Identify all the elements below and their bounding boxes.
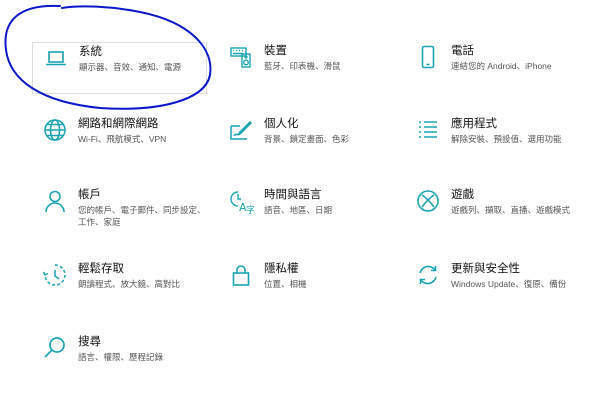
tile-title: 搜尋 bbox=[78, 336, 101, 348]
refresh-icon bbox=[415, 262, 441, 288]
tile-description: 藍牙、印表機、滑鼠 bbox=[264, 61, 341, 71]
tile-description: 語言、權限、歷程記錄 bbox=[78, 352, 164, 362]
tile-description: 顯示器、音效、通知、電源 bbox=[79, 62, 182, 72]
tile-description: 連結您的 Android、iPhone bbox=[451, 61, 552, 71]
globe-icon bbox=[42, 117, 68, 143]
tile-devices[interactable]: 裝置 藍牙、印表機、滑鼠 bbox=[218, 42, 393, 94]
tile-title: 裝置 bbox=[264, 45, 287, 57]
tile-title: 系統 bbox=[79, 46, 102, 58]
tile-system[interactable]: 系統 顯示器、音效、通知、電源 bbox=[32, 42, 207, 94]
tile-description: 解除安裝、預設值、選用功能 bbox=[451, 134, 562, 144]
tile-title: 電話 bbox=[451, 45, 474, 57]
tile-ease-of-access[interactable]: 輕鬆存取 朗讀程式、放大鏡、高對比 bbox=[32, 260, 207, 312]
tile-title: 更新與安全性 bbox=[451, 263, 520, 275]
tile-description: 遊戲列、擷取、直播、遊戲模式 bbox=[451, 205, 571, 215]
tile-description: 朗讀程式、放大鏡、高對比 bbox=[78, 279, 181, 289]
xbox-icon bbox=[415, 188, 441, 214]
phone-icon bbox=[415, 44, 441, 70]
keyboard-speaker-icon bbox=[228, 44, 254, 70]
tile-title: 遊戲 bbox=[451, 189, 474, 201]
search-icon bbox=[42, 335, 68, 361]
tile-description: Windows Update、復原、備份 bbox=[451, 279, 567, 289]
tile-network[interactable]: 網路和網際網路 Wi-Fi、飛航模式、VPN bbox=[32, 115, 207, 167]
tile-time-language[interactable]: A 字 時間與語言 語音、地區、日期 bbox=[218, 186, 393, 238]
tile-accounts[interactable]: 帳戶 您的帳戶、電子郵件、同步設定、工作、家庭 bbox=[32, 186, 207, 238]
tile-description: Wi-Fi、飛航模式、VPN bbox=[78, 134, 167, 144]
tile-description: 位置、相機 bbox=[264, 279, 307, 289]
brush-icon bbox=[228, 117, 254, 143]
tile-privacy[interactable]: 隱私權 位置、相機 bbox=[218, 260, 393, 312]
tile-title: 輕鬆存取 bbox=[78, 263, 124, 275]
tile-title: 網路和網際網路 bbox=[78, 118, 159, 130]
tile-title: 時間與語言 bbox=[264, 189, 322, 201]
tile-personalization[interactable]: 個人化 背景、鎖定畫面、色彩 bbox=[218, 115, 393, 167]
tile-title: 帳戶 bbox=[78, 189, 101, 201]
person-icon bbox=[42, 188, 68, 214]
tile-title: 應用程式 bbox=[451, 118, 497, 130]
tile-title: 隱私權 bbox=[264, 263, 299, 275]
tile-phone[interactable]: 電話 連結您的 Android、iPhone bbox=[405, 42, 580, 94]
laptop-icon bbox=[43, 45, 69, 71]
time-language-icon: A 字 bbox=[228, 188, 254, 214]
tile-apps[interactable]: 應用程式 解除安裝、預設值、選用功能 bbox=[405, 115, 580, 167]
svg-text:字: 字 bbox=[246, 204, 254, 214]
tile-description: 背景、鎖定畫面、色彩 bbox=[264, 134, 350, 144]
apps-list-icon bbox=[415, 117, 441, 143]
tile-gaming[interactable]: 遊戲 遊戲列、擷取、直播、遊戲模式 bbox=[405, 186, 580, 238]
tile-description: 語音、地區、日期 bbox=[264, 205, 333, 215]
tile-title: 個人化 bbox=[264, 118, 299, 130]
tile-description: 您的帳戶、電子郵件、同步設定、工作、家庭 bbox=[78, 205, 206, 227]
tile-update-security[interactable]: 更新與安全性 Windows Update、復原、備份 bbox=[405, 260, 580, 312]
lock-icon bbox=[228, 262, 254, 288]
ease-of-access-icon bbox=[42, 262, 68, 288]
tile-search[interactable]: 搜尋 語言、權限、歷程記錄 bbox=[32, 333, 207, 385]
